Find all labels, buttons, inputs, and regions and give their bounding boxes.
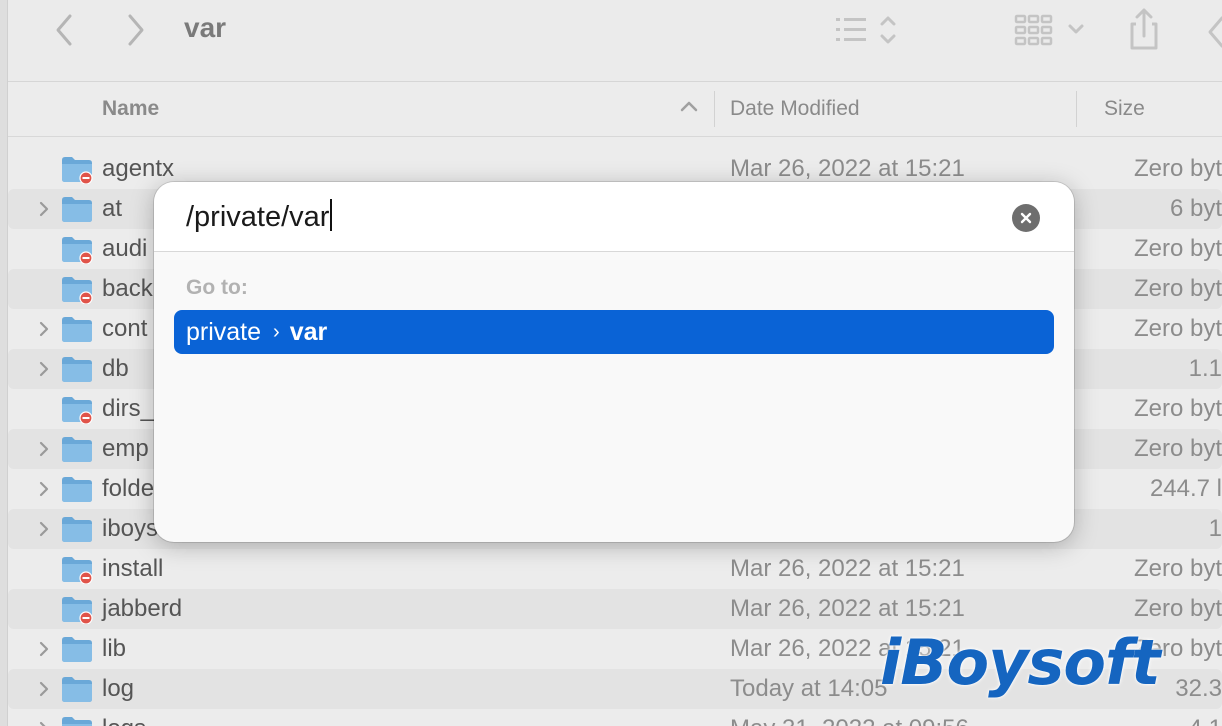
- row-name: lib: [102, 635, 127, 662]
- row-date-modified: Mar 26, 2022 at 15:21: [730, 595, 965, 622]
- folder-icon: [60, 314, 94, 344]
- finder-toolbar: var: [8, 0, 1222, 82]
- folder-icon: [60, 634, 94, 664]
- folder-icon: [60, 674, 94, 704]
- table-row[interactable]: jabberd Mar 26, 2022 at 15:21 Zero byt: [8, 589, 1222, 629]
- list-view-icon: [836, 16, 896, 44]
- row-name: iboys: [102, 515, 159, 542]
- disclosure-chevron-icon[interactable]: [36, 479, 52, 499]
- group-by-button[interactable]: [1008, 12, 1098, 48]
- row-date-modified: Mar 26, 2022 at 15:21: [730, 555, 965, 582]
- table-row[interactable]: install Mar 26, 2022 at 15:21 Zero byt: [8, 549, 1222, 589]
- folder-icon: [60, 714, 94, 726]
- row-name: back: [102, 275, 153, 302]
- row-name: logs: [102, 715, 146, 726]
- row-size: 1: [1208, 515, 1222, 542]
- folder-icon: [60, 474, 94, 504]
- row-name: cont: [102, 315, 148, 342]
- column-size[interactable]: Size: [1104, 97, 1145, 121]
- row-size: 1.1: [1188, 355, 1222, 382]
- back-button[interactable]: [46, 10, 82, 50]
- restricted-folder-icon: [60, 594, 94, 625]
- text-caret: [330, 199, 333, 231]
- row-date-modified: Mar 26, 2022 at 15:21: [730, 155, 965, 182]
- chevron-right-icon: ›: [273, 320, 280, 343]
- disclosure-chevron-icon[interactable]: [36, 519, 52, 539]
- row-name: install: [102, 555, 164, 582]
- suggestion-current: var: [289, 317, 328, 346]
- restricted-folder-icon: [60, 234, 94, 265]
- path-suggestion[interactable]: private › var: [174, 310, 1054, 354]
- row-size: Zero byt: [1133, 275, 1222, 302]
- row-date-modified: May 31, 2022 at 09:56: [730, 715, 969, 726]
- sort-ascending-icon[interactable]: [680, 99, 698, 113]
- row-size: Zero byt: [1133, 395, 1222, 422]
- share-button[interactable]: [1124, 6, 1164, 52]
- restricted-folder-icon: [60, 554, 94, 585]
- folder-icon: [60, 434, 94, 464]
- table-row[interactable]: logs May 31, 2022 at 09:56 4.1: [8, 709, 1222, 726]
- path-input-value[interactable]: /private/var: [186, 199, 333, 234]
- column-divider[interactable]: [714, 91, 715, 127]
- column-divider[interactable]: [1076, 91, 1077, 127]
- window-left-edge: [0, 0, 8, 726]
- disclosure-chevron-icon[interactable]: [36, 199, 52, 219]
- row-name: audi: [102, 235, 148, 262]
- close-icon: [1020, 212, 1032, 224]
- forward-button[interactable]: [118, 10, 154, 50]
- iboysoft-watermark: iBoysoft: [880, 626, 1161, 699]
- grid-view-icon: [1014, 14, 1084, 46]
- row-date-modified: Today at 14:05: [730, 675, 888, 702]
- share-icon: [1130, 8, 1158, 50]
- row-name: emp: [102, 435, 149, 462]
- disclosure-chevron-icon[interactable]: [36, 319, 52, 339]
- path-input[interactable]: /private/var: [154, 182, 1074, 252]
- column-date-modified[interactable]: Date Modified: [730, 97, 860, 121]
- chevron-right-icon: [128, 14, 144, 46]
- row-size: Zero byt: [1133, 555, 1222, 582]
- list-view-button[interactable]: [830, 12, 900, 48]
- row-name: folde: [102, 475, 155, 502]
- row-name: log: [102, 675, 135, 702]
- disclosure-chevron-icon[interactable]: [36, 719, 52, 726]
- row-name: agentx: [102, 155, 175, 182]
- suggestion-parent: private: [186, 317, 262, 346]
- disclosure-chevron-icon[interactable]: [36, 359, 52, 379]
- folder-icon: [60, 354, 94, 384]
- restricted-folder-icon: [60, 394, 94, 425]
- row-size: Zero byt: [1133, 235, 1222, 262]
- go-to-label: Go to:: [186, 276, 248, 299]
- clear-button[interactable]: [1012, 204, 1040, 232]
- toolbar-overflow-button[interactable]: [1198, 12, 1222, 52]
- column-name[interactable]: Name: [102, 97, 159, 121]
- column-header: Name Date Modified Size: [8, 83, 1222, 137]
- folder-icon: [60, 514, 94, 544]
- row-name: dirs_: [102, 395, 155, 422]
- row-size: Zero byt: [1133, 435, 1222, 462]
- restricted-folder-icon: [60, 154, 94, 185]
- folder-icon: [60, 194, 94, 224]
- row-name: db: [102, 355, 129, 382]
- row-name: jabberd: [102, 595, 183, 622]
- row-name: at: [102, 195, 123, 222]
- disclosure-chevron-icon[interactable]: [36, 679, 52, 699]
- disclosure-chevron-icon[interactable]: [36, 639, 52, 659]
- row-size: 4.1: [1092, 715, 1222, 726]
- row-size: 6 byt: [1169, 195, 1222, 222]
- row-size: Zero byt: [1133, 595, 1222, 622]
- row-size: 244.7 l: [1149, 475, 1222, 502]
- row-size: Zero byt: [1133, 315, 1222, 342]
- disclosure-chevron-icon[interactable]: [36, 439, 52, 459]
- restricted-folder-icon: [60, 274, 94, 305]
- chevron-left-icon: [56, 14, 72, 46]
- chevron-left-icon: [1208, 16, 1222, 48]
- go-to-folder-dialog: /private/var Go to: private › var: [154, 182, 1074, 542]
- window-title: var: [184, 12, 227, 43]
- row-size: Zero byt: [1133, 155, 1222, 182]
